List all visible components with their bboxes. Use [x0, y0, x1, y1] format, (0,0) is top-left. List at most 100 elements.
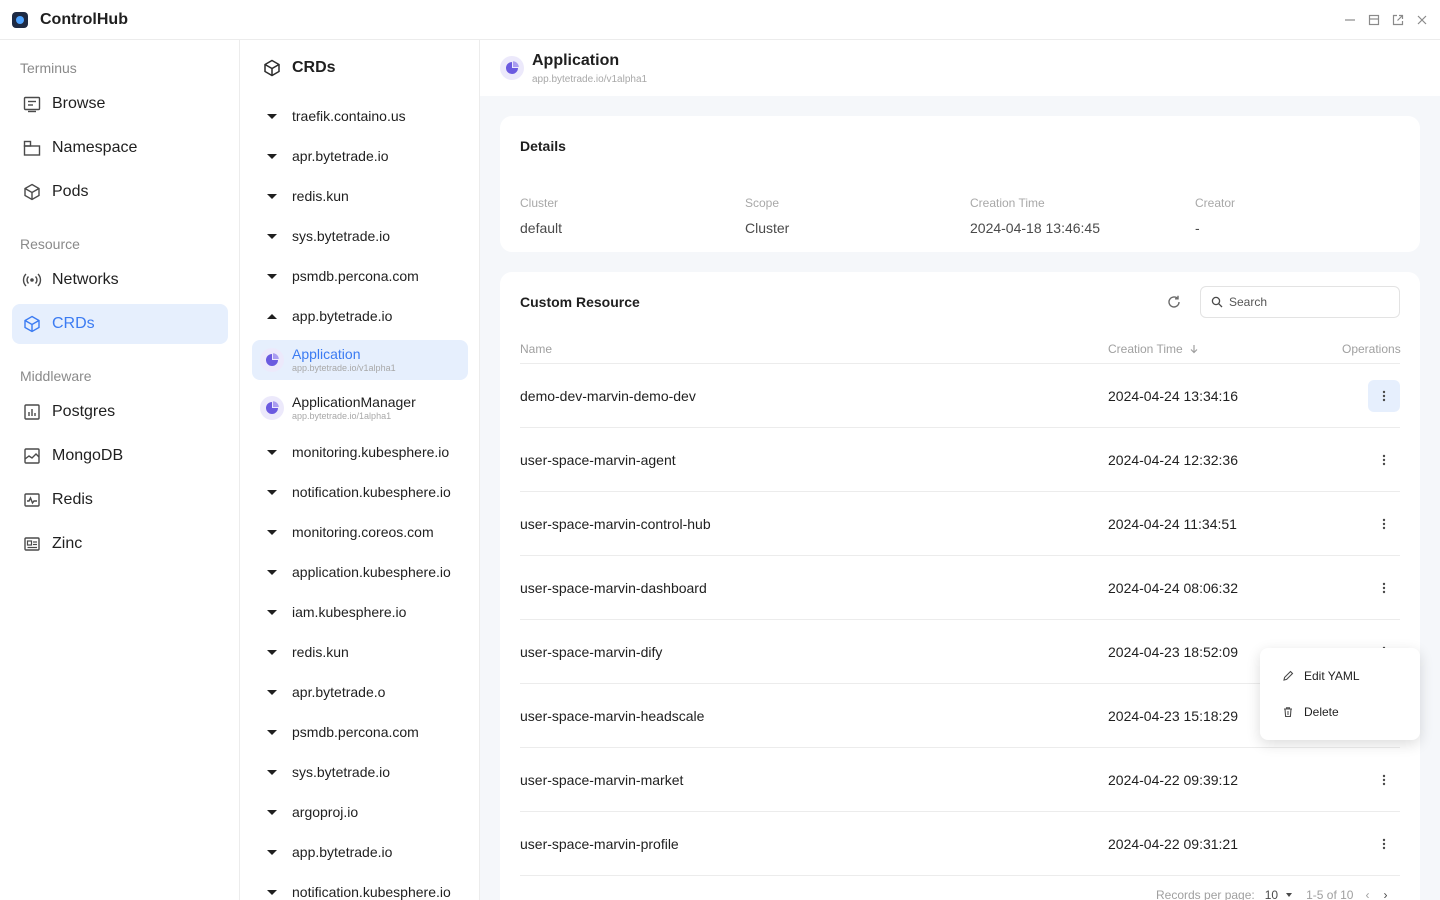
row-name[interactable]: user-space-marvin-headscale	[520, 708, 704, 724]
column-header-name[interactable]: Name	[520, 342, 552, 356]
detail-creation-time: Creation Time 2024-04-18 13:46:45	[970, 196, 1100, 236]
crd-group[interactable]: iam.kubesphere.io	[262, 602, 406, 622]
crds-header-icon	[264, 59, 280, 77]
crd-group[interactable]: traefik.containo.us	[262, 106, 406, 126]
crd-group[interactable]: apr.bytetrade.o	[262, 682, 385, 702]
detail-label: Creator	[1195, 196, 1236, 210]
sidebar-item-zinc[interactable]: Zinc	[12, 524, 228, 564]
sidebar-item-browse[interactable]: Browse	[12, 84, 228, 124]
row-name[interactable]: user-space-marvin-dify	[520, 644, 662, 660]
crd-group[interactable]: psmdb.percona.com	[262, 722, 419, 742]
caret-down-icon	[262, 442, 282, 462]
crd-group[interactable]: monitoring.coreos.com	[262, 522, 434, 542]
more-options-button[interactable]	[1368, 828, 1400, 860]
table-row[interactable]: user-space-marvin-agent 2024-04-24 12:32…	[520, 428, 1400, 492]
detail-value: 2024-04-18 13:46:45	[970, 220, 1100, 236]
caret-down-icon	[262, 226, 282, 246]
minimize-icon[interactable]	[1342, 12, 1358, 28]
close-icon[interactable]	[1414, 12, 1430, 28]
crd-group-label: app.bytetrade.io	[292, 844, 393, 860]
more-options-button[interactable]	[1368, 380, 1400, 412]
sidebar-item-networks[interactable]: Networks	[12, 260, 228, 300]
crd-group[interactable]: argoproj.io	[262, 802, 358, 822]
crd-group-label: psmdb.percona.com	[292, 724, 419, 740]
popout-icon[interactable]	[1390, 12, 1406, 28]
title-bar: ControlHub	[0, 0, 1440, 40]
crd-group[interactable]: application.kubesphere.io	[262, 562, 451, 582]
crds-icon	[22, 314, 42, 334]
postgres-icon	[22, 402, 42, 422]
crd-group[interactable]: monitoring.kubesphere.io	[262, 442, 449, 462]
crd-group-label: sys.bytetrade.io	[292, 764, 391, 780]
delete-menu-item[interactable]: Delete	[1260, 694, 1420, 730]
trash-icon	[1284, 707, 1292, 718]
detail-creator: Creator -	[1195, 196, 1235, 236]
crd-group[interactable]: notification.kubesphere.io	[262, 482, 451, 502]
table-row[interactable]: user-space-marvin-market 2024-04-22 09:3…	[520, 748, 1400, 812]
crd-group[interactable]: psmdb.percona.com	[262, 266, 419, 286]
kebab-menu-icon	[1382, 838, 1386, 850]
column-header-creation-time[interactable]: Creation Time	[1108, 342, 1199, 356]
page-subtitle: app.bytetrade.io/v1alpha1	[532, 74, 648, 85]
sidebar-item-pods[interactable]: Pods	[12, 172, 228, 212]
row-time: 2024-04-24 11:34:51	[1108, 516, 1237, 532]
crd-group-expanded[interactable]: app.bytetrade.io	[262, 306, 392, 326]
detail-value: -	[1195, 220, 1200, 236]
detail-value: Cluster	[745, 220, 790, 236]
app-logo-icon	[12, 11, 28, 28]
crd-item-name: ApplicationManager	[292, 394, 416, 410]
table-row[interactable]: user-space-marvin-profile 2024-04-22 09:…	[520, 812, 1400, 876]
search-box[interactable]	[1200, 286, 1400, 318]
maximize-icon[interactable]	[1366, 12, 1382, 28]
row-time: 2024-04-23 15:18:29	[1108, 708, 1238, 724]
row-name[interactable]: user-space-marvin-control-hub	[520, 516, 711, 532]
search-input[interactable]	[1229, 295, 1389, 309]
sidebar-item-postgres[interactable]: Postgres	[12, 392, 228, 432]
crd-group[interactable]: notification.kubesphere.io	[262, 882, 451, 900]
sidebar-item-label: Browse	[52, 95, 106, 112]
table-row[interactable]: user-space-marvin-control-hub 2024-04-24…	[520, 492, 1400, 556]
sidebar-item-crds[interactable]: CRDs	[12, 304, 228, 344]
crd-list-panel: CRDs traefik.containo.us apr.bytetrade.i…	[240, 40, 480, 900]
browse-icon	[22, 94, 42, 114]
edit-yaml-menu-item[interactable]: Edit YAML	[1260, 658, 1420, 694]
crd-group[interactable]: app.bytetrade.io	[262, 842, 392, 862]
more-options-button[interactable]	[1368, 508, 1400, 540]
detail-value: default	[520, 220, 563, 236]
records-per-page-select[interactable]: 10	[1265, 888, 1293, 900]
crd-group[interactable]: sys.bytetrade.io	[262, 226, 390, 246]
table-row[interactable]: demo-dev-marvin-demo-dev 2024-04-24 13:3…	[520, 364, 1400, 428]
prev-page-icon[interactable]: ‹	[1365, 888, 1369, 900]
crd-group[interactable]: sys.bytetrade.io	[262, 762, 390, 782]
app-icon	[260, 348, 284, 372]
crd-group[interactable]: redis.kun	[262, 186, 349, 206]
more-options-button[interactable]	[1368, 444, 1400, 476]
row-name[interactable]: user-space-marvin-market	[520, 772, 683, 788]
crd-group[interactable]: redis.kun	[262, 642, 349, 662]
crd-group-label: application.kubesphere.io	[292, 564, 451, 580]
caret-down-icon	[262, 106, 282, 126]
caret-down-icon	[262, 802, 282, 822]
sidebar-item-label: MongoDB	[52, 447, 124, 464]
crd-group-label: apr.bytetrade.io	[292, 148, 389, 164]
row-name[interactable]: demo-dev-marvin-demo-dev	[520, 388, 696, 404]
caret-down-icon	[262, 762, 282, 782]
crd-item-applicationmanager[interactable]: ApplicationManager app.bytetrade.io/1alph…	[252, 388, 468, 428]
caret-down-icon	[262, 522, 282, 542]
crd-item-application[interactable]: Application app.bytetrade.io/v1alpha1	[252, 340, 468, 380]
more-options-button[interactable]	[1368, 572, 1400, 604]
crd-group-label: apr.bytetrade.o	[292, 684, 386, 700]
records-per-page-label: Records per page:	[1156, 888, 1255, 900]
sidebar-item-mongodb[interactable]: MongoDB	[12, 436, 228, 476]
crd-group[interactable]: apr.bytetrade.io	[262, 146, 389, 166]
next-page-icon[interactable]: ›	[1383, 888, 1387, 900]
sidebar-item-namespace[interactable]: Namespace	[12, 128, 228, 168]
refresh-icon[interactable]	[1164, 292, 1184, 312]
row-name[interactable]: user-space-marvin-profile	[520, 836, 679, 852]
row-name[interactable]: user-space-marvin-dashboard	[520, 580, 707, 596]
caret-down-icon	[262, 186, 282, 206]
sidebar-item-redis[interactable]: Redis	[12, 480, 228, 520]
more-options-button[interactable]	[1368, 764, 1400, 796]
table-row[interactable]: user-space-marvin-dashboard 2024-04-24 0…	[520, 556, 1400, 620]
row-name[interactable]: user-space-marvin-agent	[520, 452, 676, 468]
